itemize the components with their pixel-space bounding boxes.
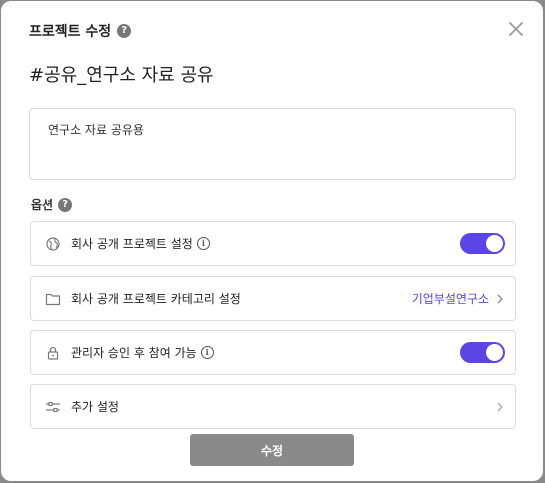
admin-approval-toggle[interactable] [460,342,505,363]
close-icon [509,22,523,36]
sliders-icon [45,399,61,415]
help-icon[interactable]: ? [117,24,132,38]
public-project-toggle[interactable] [460,233,505,254]
edit-project-modal: 프로젝트 수정 ? #공유_연구소 자료 공유 연구소 자료 공유용 옵션 ? … [1,1,543,481]
info-icon[interactable]: i [200,346,214,359]
chevron-right-icon [497,294,503,303]
options-help-icon[interactable]: ? [58,197,73,212]
option-label: 추가 설정 [71,400,119,414]
project-name-field[interactable]: #공유_연구소 자료 공유 [29,61,214,87]
toggle-knob [486,235,503,252]
submit-button[interactable]: 수정 [190,434,354,466]
modal-title: 프로젝트 수정 [29,24,112,40]
option-row-public-project: 회사 공개 프로젝트 설정 i [30,221,516,266]
options-label-text: 옵션 [31,198,54,212]
chevron-right-icon [497,402,503,411]
close-button[interactable] [506,19,526,39]
lock-icon [45,345,61,361]
option-label-container: 추가 설정 [71,398,495,415]
option-label-container: 관리자 승인 후 참여 가능 i [71,344,460,361]
option-label: 회사 공개 프로젝트 카테고리 설정 [71,292,241,306]
folder-icon [45,291,61,307]
option-label-container: 회사 공개 프로젝트 카테고리 설정 [71,290,412,307]
option-row-admin-approval: 관리자 승인 후 참여 가능 i [30,330,516,375]
globe-icon [45,236,61,252]
category-value[interactable]: 기업부설연구소 [412,290,489,307]
option-label: 관리자 승인 후 참여 가능 [71,346,197,360]
modal-header: 프로젝트 수정 ? [29,20,132,42]
option-row-category[interactable]: 회사 공개 프로젝트 카테고리 설정 기업부설연구소 [30,276,516,321]
option-label: 회사 공개 프로젝트 설정 [71,237,193,251]
info-icon[interactable]: i [196,237,210,250]
option-row-additional-settings[interactable]: 추가 설정 [30,384,516,429]
option-label-container: 회사 공개 프로젝트 설정 i [71,235,460,252]
options-section-label: 옵션 ? [31,196,73,213]
toggle-knob [486,344,503,361]
description-textarea[interactable]: 연구소 자료 공유용 [29,108,516,180]
